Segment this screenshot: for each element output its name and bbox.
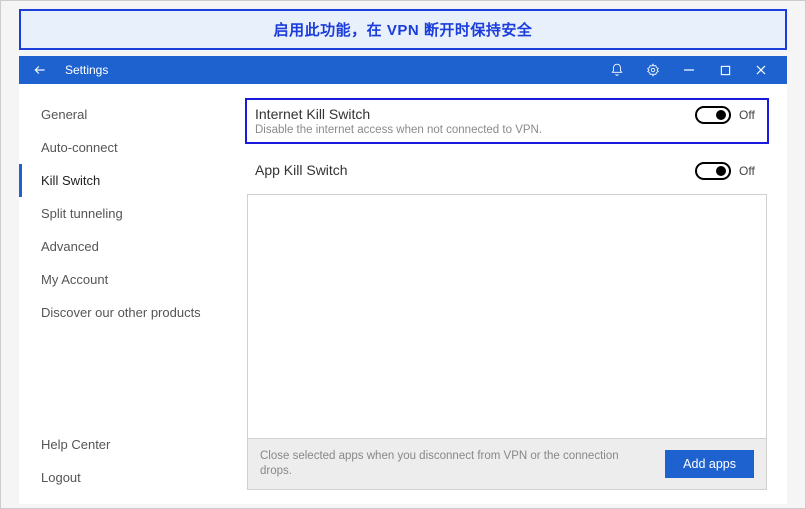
sidebar-item-kill-switch[interactable]: Kill Switch [19,164,239,197]
app-kill-switch-toggle[interactable] [695,162,731,180]
back-button[interactable] [33,63,51,77]
close-button[interactable] [743,56,779,84]
sidebar-item-split-tunneling[interactable]: Split tunneling [19,197,239,230]
sidebar-item-general[interactable]: General [19,98,239,131]
app-body: General Auto-connect Kill Switch Split t… [19,84,787,504]
window-title: Settings [65,63,599,77]
app-kill-switch-state: Off [739,164,759,178]
sidebar-item-logout[interactable]: Logout [19,461,239,494]
notifications-icon[interactable] [599,56,635,84]
settings-sidebar: General Auto-connect Kill Switch Split t… [19,84,239,504]
sidebar-item-discover[interactable]: Discover our other products [19,296,239,329]
internet-kill-switch-title: Internet Kill Switch [255,106,685,122]
app-list-footer: Close selected apps when you disconnect … [248,438,766,489]
sidebar-item-advanced[interactable]: Advanced [19,230,239,263]
minimize-button[interactable] [671,56,707,84]
app-list-box: Close selected apps when you disconnect … [247,194,767,490]
internet-kill-switch-desc: Disable the internet access when not con… [255,124,685,136]
internet-kill-switch-toggle[interactable] [695,106,731,124]
sidebar-item-help-center[interactable]: Help Center [19,428,239,461]
app-kill-switch-row: App Kill Switch Off [245,154,769,188]
sidebar-item-auto-connect[interactable]: Auto-connect [19,131,239,164]
settings-gear-icon[interactable] [635,56,671,84]
app-list-footer-text: Close selected apps when you disconnect … [260,449,653,479]
settings-main: Internet Kill Switch Disable the interne… [239,84,787,504]
app-list-empty [248,195,766,438]
sidebar-item-my-account[interactable]: My Account [19,263,239,296]
app-kill-switch-title: App Kill Switch [255,162,685,178]
internet-kill-switch-row: Internet Kill Switch Disable the interne… [245,98,769,144]
add-apps-button[interactable]: Add apps [665,450,754,478]
maximize-button[interactable] [707,56,743,84]
window-titlebar: Settings [19,56,787,84]
internet-kill-switch-state: Off [739,108,759,122]
annotation-banner: 启用此功能，在 VPN 断开时保持安全 [19,9,787,50]
